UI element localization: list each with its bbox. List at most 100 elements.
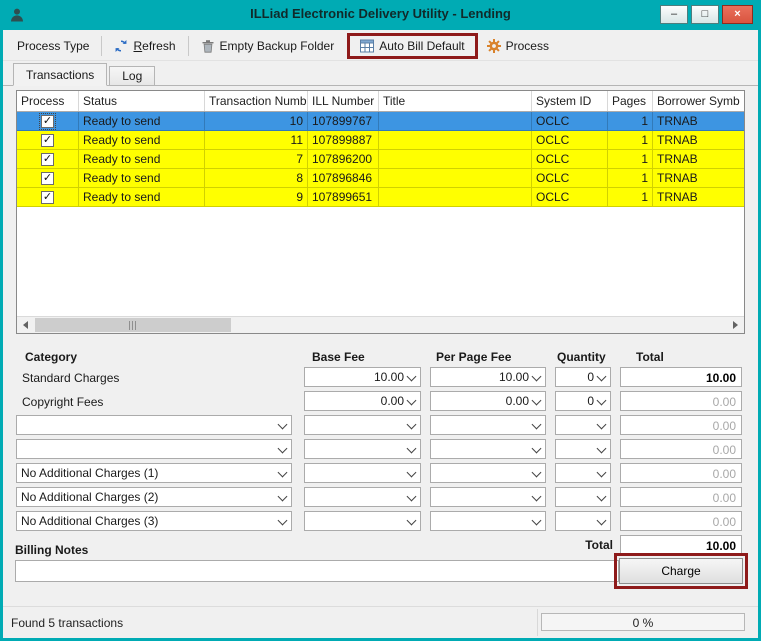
- cell-system-id: OCLC: [532, 169, 608, 187]
- row-total-field: 0.00: [620, 511, 742, 531]
- cell-status: Ready to send: [79, 131, 205, 149]
- cell-borrower-symbol: TRNAB: [653, 188, 744, 206]
- per-page-fee-select[interactable]: [430, 439, 546, 459]
- column-header-process[interactable]: Process: [17, 91, 79, 111]
- cell-title: [379, 112, 532, 130]
- quantity-select[interactable]: [555, 511, 611, 531]
- scrollbar-thumb[interactable]: [35, 318, 231, 332]
- cell-ill-number: 107899887: [308, 131, 379, 149]
- title-bar: ILLiad Electronic Delivery Utility - Len…: [0, 0, 761, 30]
- table-row[interactable]: ✓ Ready to send 11 107899887 OCLC 1 TRNA…: [17, 131, 744, 150]
- quantity-select[interactable]: [555, 415, 611, 435]
- row-checkbox[interactable]: ✓: [41, 153, 54, 166]
- chevron-down-icon: [278, 444, 288, 454]
- category-select[interactable]: No Additional Charges (3): [16, 511, 292, 531]
- base-fee-select[interactable]: 10.00: [304, 367, 421, 387]
- transactions-grid: Process Status Transaction Number ILL Nu…: [16, 90, 745, 334]
- per-page-fee-select[interactable]: [430, 415, 546, 435]
- column-header-borrower-symbol[interactable]: Borrower Symb: [653, 91, 744, 111]
- cell-status: Ready to send: [79, 188, 205, 206]
- category-select[interactable]: No Additional Charges (1): [16, 463, 292, 483]
- per-page-fee-select[interactable]: 10.00: [430, 367, 546, 387]
- grid-header: Process Status Transaction Number ILL Nu…: [17, 91, 744, 112]
- table-row[interactable]: ✓ Ready to send 8 107896846 OCLC 1 TRNAB: [17, 169, 744, 188]
- refresh-icon: [114, 39, 128, 53]
- base-fee-select[interactable]: [304, 439, 421, 459]
- category-label-copyright-fees: Copyright Fees: [22, 392, 103, 412]
- grand-total-field: 10.00: [620, 535, 742, 555]
- scroll-right-button[interactable]: [727, 317, 744, 333]
- row-checkbox[interactable]: ✓: [41, 115, 54, 128]
- per-page-fee-select[interactable]: [430, 487, 546, 507]
- chevron-down-icon: [597, 444, 607, 454]
- category-select[interactable]: [16, 415, 292, 435]
- row-checkbox[interactable]: ✓: [41, 191, 54, 204]
- chevron-down-icon: [278, 492, 288, 502]
- quantity-select[interactable]: 0: [555, 367, 611, 387]
- toolbar-separator: [101, 36, 102, 56]
- table-row[interactable]: ✓ Ready to send 9 107899651 OCLC 1 TRNAB: [17, 188, 744, 207]
- billing-notes-input[interactable]: [15, 560, 619, 582]
- base-fee-select[interactable]: [304, 511, 421, 531]
- chevron-down-icon: [278, 420, 288, 430]
- maximize-button[interactable]: □: [691, 5, 719, 24]
- chevron-down-icon: [407, 444, 417, 454]
- status-bar: Found 5 transactions 0 %: [3, 606, 758, 638]
- base-fee-select[interactable]: [304, 415, 421, 435]
- horizontal-scrollbar[interactable]: [17, 316, 744, 333]
- scroll-left-button[interactable]: [17, 317, 34, 333]
- chevron-down-icon: [532, 516, 542, 526]
- per-page-fee-select[interactable]: [430, 511, 546, 531]
- row-total-field: 10.00: [620, 367, 742, 387]
- table-row[interactable]: ✓ Ready to send 7 107896200 OCLC 1 TRNAB: [17, 150, 744, 169]
- refresh-button[interactable]: Refresh: [105, 35, 184, 57]
- process-button[interactable]: Process: [478, 35, 558, 57]
- close-button[interactable]: ×: [722, 5, 753, 24]
- base-fee-select[interactable]: [304, 487, 421, 507]
- process-type-button[interactable]: Process Type: [8, 35, 98, 57]
- per-page-fee-select[interactable]: [430, 463, 546, 483]
- base-fee-select[interactable]: 0.00: [304, 391, 421, 411]
- cell-ill-number: 107896846: [308, 169, 379, 187]
- cell-pages: 1: [608, 112, 653, 130]
- empty-backup-folder-button[interactable]: Empty Backup Folder: [192, 35, 344, 57]
- cell-pages: 1: [608, 150, 653, 168]
- cell-transaction-number: 11: [205, 131, 308, 149]
- row-checkbox[interactable]: ✓: [41, 172, 54, 185]
- column-header-pages[interactable]: Pages: [608, 91, 653, 111]
- cell-title: [379, 188, 532, 206]
- chevron-down-icon: [597, 468, 607, 478]
- table-row[interactable]: ✓ Ready to send 10 107899767 OCLC 1 TRNA…: [17, 112, 744, 131]
- category-select[interactable]: No Additional Charges (2): [16, 487, 292, 507]
- chevron-down-icon: [532, 468, 542, 478]
- base-fee-select[interactable]: [304, 463, 421, 483]
- row-checkbox[interactable]: ✓: [41, 134, 54, 147]
- column-header-system-id[interactable]: System ID: [532, 91, 608, 111]
- auto-bill-default-button[interactable]: Auto Bill Default: [351, 36, 473, 56]
- cell-transaction-number: 9: [205, 188, 308, 206]
- app-window: ILLiad Electronic Delivery Utility - Len…: [0, 0, 761, 641]
- minimize-button[interactable]: –: [660, 5, 688, 24]
- category-select[interactable]: [16, 439, 292, 459]
- quantity-select[interactable]: [555, 487, 611, 507]
- quantity-select[interactable]: 0: [555, 391, 611, 411]
- minimize-icon: –: [671, 9, 677, 20]
- scrollbar-grip-icon: [129, 321, 138, 330]
- quantity-select[interactable]: [555, 463, 611, 483]
- arrow-left-icon: [23, 321, 28, 329]
- row-total-field: 0.00: [620, 439, 742, 459]
- cell-system-id: OCLC: [532, 131, 608, 149]
- column-header-title[interactable]: Title: [379, 91, 532, 111]
- quantity-select[interactable]: [555, 439, 611, 459]
- column-header-ill-number[interactable]: ILL Number: [308, 91, 379, 111]
- chevron-down-icon: [278, 468, 288, 478]
- column-header-status[interactable]: Status: [79, 91, 205, 111]
- column-header-transaction-number[interactable]: Transaction Number: [205, 91, 308, 111]
- row-total-field: 0.00: [620, 487, 742, 507]
- charge-button[interactable]: Charge: [619, 558, 743, 584]
- tab-log[interactable]: Log: [109, 66, 155, 85]
- tab-transactions[interactable]: Transactions: [13, 63, 107, 86]
- row-total-field: 0.00: [620, 391, 742, 411]
- per-page-fee-select[interactable]: 0.00: [430, 391, 546, 411]
- progress-bar: 0 %: [541, 613, 745, 631]
